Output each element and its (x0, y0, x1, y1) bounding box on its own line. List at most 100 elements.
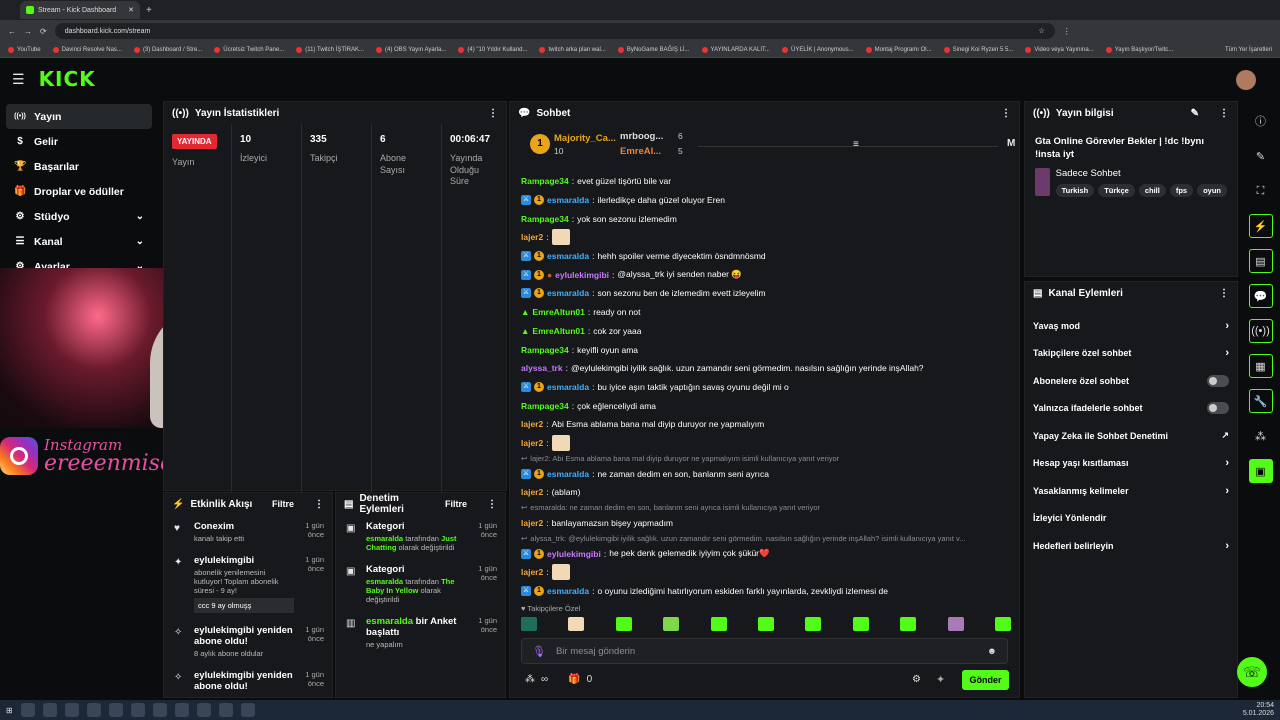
channel-action-item[interactable]: Hedefleri belirleyin › (1025, 532, 1237, 560)
filter-button[interactable]: Filtre (445, 499, 467, 509)
bookmark-item[interactable]: YAYINLARDA KALIT... (701, 46, 770, 53)
chat-settings-icon[interactable]: ⚙ (912, 674, 921, 685)
stream-tag[interactable]: chill (1138, 183, 1166, 197)
clipboard-icon[interactable]: ▤ (1248, 249, 1273, 273)
more-icon[interactable]: ⋮ (488, 108, 498, 119)
emote-button[interactable] (900, 617, 917, 631)
forward-icon[interactable]: → (24, 27, 32, 36)
chat-username[interactable]: lajer2 (521, 567, 543, 577)
emote-button[interactable] (521, 617, 537, 631)
emote-button[interactable] (757, 617, 774, 631)
app-icon[interactable] (130, 703, 145, 717)
stream-tag[interactable]: Türkçe (1098, 183, 1135, 197)
chat-username[interactable]: eylulekimgibi (547, 549, 601, 559)
mod-tools-icon[interactable]: ✦ (936, 673, 945, 686)
chat-username[interactable]: Rampage34 (521, 401, 569, 411)
windows-start-icon[interactable]: ⊞ (6, 706, 13, 715)
channel-action-item[interactable]: Yapay Zeka ile Sohbet Denetimi ↗ (1025, 422, 1237, 450)
chat-username[interactable]: esmaralda (547, 251, 589, 261)
bookmark-item[interactable]: Montaj Programı Ol... (865, 46, 932, 53)
more-icon[interactable]: ⋮ (487, 499, 497, 510)
support-chat-icon[interactable]: ☏ (1237, 657, 1267, 687)
app-icon[interactable] (240, 703, 255, 717)
sidebar-item-2[interactable]: 🏆 Başarılar (6, 154, 152, 179)
chat-bubble-icon[interactable]: 💬 (1248, 284, 1273, 308)
more-icon[interactable]: ⋮ (314, 499, 324, 510)
audit-user[interactable]: esmaralda (366, 616, 413, 627)
bookmark-item[interactable]: Video veya Yayınına... (1025, 46, 1094, 53)
chat-username[interactable]: esmaralda (547, 195, 589, 205)
menu-icon[interactable]: ☰ (12, 71, 25, 88)
bookmark-item[interactable]: Sinegi Koi Ryzen 5 5... (943, 46, 1013, 53)
clock[interactable]: 20:54 5.01.2026 (1243, 702, 1274, 719)
back-icon[interactable]: ← (8, 27, 16, 36)
gifter-2-name[interactable]: mrboog... (620, 131, 663, 142)
chat-username[interactable]: alyssa_trk (521, 363, 563, 373)
bookmark-item[interactable]: twitch arka plan wal... (539, 46, 606, 53)
chat-username[interactable]: lajer2 (521, 419, 543, 429)
activity-user[interactable]: eylulekimgibi yeniden abone oldu! (194, 670, 294, 692)
chat-username[interactable]: Rampage34 (521, 176, 569, 186)
channel-action-item[interactable]: Yasaklanmış kelimeler › (1025, 477, 1237, 505)
close-tab-icon[interactable]: ✕ (128, 6, 134, 14)
chat-username[interactable]: esmaralda (547, 382, 589, 392)
people-icon[interactable]: ⁂ (1249, 424, 1273, 448)
chat-username[interactable]: esmaralda (547, 288, 589, 298)
emote-button[interactable] (947, 617, 964, 631)
collapse-icon[interactable]: ≡ (853, 139, 859, 150)
stream-tag[interactable]: fps (1169, 183, 1194, 197)
expand-icon[interactable]: ⛶ (1249, 179, 1273, 203)
chat-username[interactable]: lajer2 (521, 438, 543, 448)
emote-button[interactable] (852, 617, 869, 631)
new-tab-icon[interactable]: + (146, 5, 152, 16)
add-widget-icon[interactable]: ▣ (1248, 459, 1273, 483)
channel-action-item[interactable]: Hesap yaşı kısıtlaması › (1025, 450, 1237, 478)
chat-username[interactable]: lajer2 (521, 232, 543, 242)
emote-button[interactable] (994, 617, 1011, 631)
edit-icon[interactable]: ✎ (1191, 108, 1199, 119)
kick-logo[interactable]: KICK (39, 67, 96, 91)
app-icon[interactable] (218, 703, 233, 717)
channel-action-item[interactable]: Yalnızca ifadelerle sohbet (1025, 395, 1237, 423)
emote-button[interactable] (615, 617, 632, 631)
sidebar-item-1[interactable]: $ Gelir (6, 129, 152, 154)
extensions-icon[interactable]: ⋮ (1063, 27, 1071, 36)
bookmark-item[interactable]: (4) OBS Yayın Ayarla... (376, 46, 446, 53)
emote-button[interactable] (663, 617, 680, 631)
more-icon[interactable]: ⋮ (1219, 108, 1229, 119)
emoji-icon[interactable]: ☻ (987, 646, 997, 657)
activity-user[interactable]: eylulekimgibi yeniden abone oldu! (194, 625, 294, 647)
bookmark-item[interactable]: Yayın Başlıyor/Twitc... (1105, 46, 1173, 53)
gift-icon[interactable]: 🎁 (568, 674, 580, 685)
channel-action-item[interactable]: Abonelere özel sohbet (1025, 367, 1237, 395)
sidebar-item-4[interactable]: ⚙ Stüdyo ⌄ (6, 204, 152, 229)
audit-user[interactable]: esmaralda (366, 577, 403, 586)
gifter-1-name[interactable]: Majority_Ca... (554, 133, 616, 144)
bolt-icon[interactable]: ⚡ (1248, 214, 1273, 238)
avatar[interactable] (1236, 70, 1256, 90)
emote-button[interactable] (710, 617, 727, 631)
toggle-switch[interactable] (1207, 402, 1229, 415)
chat-username[interactable]: esmaralda (547, 586, 589, 596)
app-icon[interactable] (86, 703, 101, 717)
app-icon[interactable] (42, 703, 57, 717)
chat-username[interactable]: EmreAltun01 (532, 326, 584, 336)
browser-tab[interactable]: Stream - Kick Dashboard ✕ (20, 1, 140, 19)
stream-tag[interactable]: oyun (1197, 183, 1227, 197)
bookmark-item[interactable]: YouTube (8, 46, 41, 53)
app-icon[interactable] (174, 703, 189, 717)
channel-action-item[interactable]: İzleyici Yönlendir (1025, 505, 1237, 533)
bookmark-item[interactable]: Ücretsiz Twitch Pane... (214, 46, 284, 53)
app-icon[interactable] (20, 703, 35, 717)
bookmark-item[interactable]: (3) Dashboard / Stre... (133, 46, 202, 53)
activity-user[interactable]: Conexim (194, 521, 294, 532)
emote-button[interactable] (805, 617, 822, 631)
bookmark-item[interactable]: (11) Twitch İŞTİRAK... (296, 46, 364, 53)
chat-username[interactable]: EmreAltun01 (532, 307, 584, 317)
gifter-3-name[interactable]: EmreAl... (620, 146, 661, 157)
info-icon[interactable]: ⓘ (1249, 109, 1273, 133)
app-icon[interactable] (196, 703, 211, 717)
chat-username[interactable]: eylulekimgibi (555, 270, 609, 280)
all-bookmarks[interactable]: Tüm Yer İşaretleri (1225, 47, 1272, 53)
more-icon[interactable]: ⋮ (1219, 288, 1229, 299)
